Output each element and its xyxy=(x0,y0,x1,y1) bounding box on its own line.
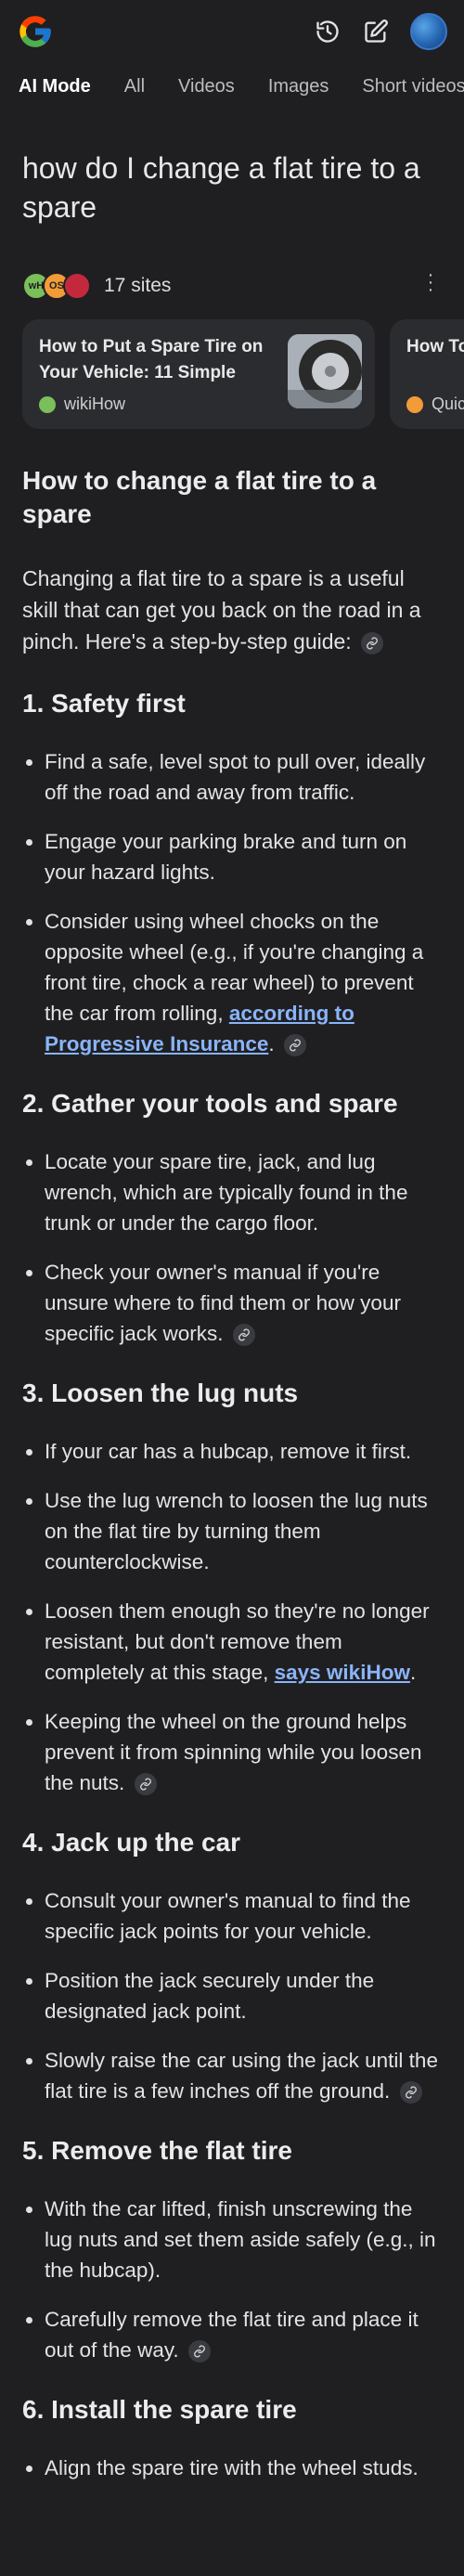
section-heading: 5. Remove the flat tire xyxy=(22,2136,292,2165)
step-text: Align the spare tire with the wheel stud… xyxy=(45,2456,419,2479)
step-text: Slowly raise the car using the jack unti… xyxy=(45,2049,438,2103)
step-item: If your car has a hubcap, remove it firs… xyxy=(45,1436,442,1467)
tab-ai-mode[interactable]: AI Mode xyxy=(19,76,91,108)
source-favicons: wH OS xyxy=(22,272,91,300)
top-bar xyxy=(0,0,464,65)
step-text: If your car has a hubcap, remove it firs… xyxy=(45,1440,412,1463)
step-text: Find a safe, level spot to pull over, id… xyxy=(45,750,426,804)
link-icon[interactable] xyxy=(283,1034,306,1057)
sources-row[interactable]: wH OS 17 sites · · · xyxy=(0,262,464,310)
step-text: Position the jack securely under the des… xyxy=(45,1969,375,2023)
section-heading: 3. Loosen the lug nuts xyxy=(22,1379,299,1407)
step-item: Locate your spare tire, jack, and lug wr… xyxy=(45,1146,442,1238)
step-text: Keeping the wheel on the ground helps pr… xyxy=(45,1710,422,1794)
step-item: Carefully remove the flat tire and place… xyxy=(45,2304,442,2365)
source-card-site: Quick xyxy=(406,395,464,414)
more-options-icon[interactable]: · · · xyxy=(421,265,440,299)
link-icon[interactable] xyxy=(361,631,384,654)
section-heading: 1. Safety first xyxy=(22,689,186,718)
step-text: Carefully remove the flat tire and place… xyxy=(45,2308,419,2362)
link-icon[interactable] xyxy=(399,2081,422,2104)
tire-thumbnail xyxy=(288,334,362,408)
query-text: how do I change a flat tire to a spare xyxy=(22,151,420,224)
search-tabs: AI Mode All Videos Images Short videos F xyxy=(0,65,464,108)
tab-all[interactable]: All xyxy=(124,76,145,108)
step-item: Use the lug wrench to loosen the lug nut… xyxy=(45,1485,442,1577)
step-text: With the car lifted, finish unscrewing t… xyxy=(45,2197,436,2282)
section-heading: 4. Jack up the car xyxy=(22,1828,241,1857)
source-card-site-name: wikiHow xyxy=(64,395,126,413)
link-icon[interactable] xyxy=(134,1773,157,1796)
tab-videos[interactable]: Videos xyxy=(178,76,235,108)
source-cards: How to Put a Spare Tire on Your Vehicle:… xyxy=(0,310,464,429)
avatar[interactable] xyxy=(410,13,447,50)
step-item: Consult your owner's manual to find the … xyxy=(45,1885,442,1947)
source-card-title: How to Put a Spare Tire on Your Vehicle:… xyxy=(39,337,264,382)
section-heading: 6. Install the spare tire xyxy=(22,2395,297,2424)
step-text: Check your owner's manual if you're unsu… xyxy=(45,1261,401,1345)
step-list: Consult your owner's manual to find the … xyxy=(22,1885,442,2106)
step-text-end: . xyxy=(409,1661,417,1684)
answer-heading: How to change a flat tire to a spare xyxy=(22,466,377,528)
ai-answer: How to change a flat tire to a spare Cha… xyxy=(0,429,464,2483)
step-item: With the car lifted, finish unscrewing t… xyxy=(45,2194,442,2285)
history-icon[interactable] xyxy=(314,18,342,45)
link-icon[interactable] xyxy=(232,1324,255,1347)
step-item: Align the spare tire with the wheel stud… xyxy=(45,2453,442,2483)
source-card-title: How To Quick-S xyxy=(406,337,464,356)
edit-icon[interactable] xyxy=(362,18,390,45)
source-card-site: wikiHow xyxy=(39,395,125,414)
answer-sections: 1. Safety first Find a safe, level spot t… xyxy=(22,687,442,2483)
step-list: Align the spare tire with the wheel stud… xyxy=(22,2453,442,2483)
step-item: Check your owner's manual if you're unsu… xyxy=(45,1257,442,1349)
tab-short-videos[interactable]: Short videos xyxy=(362,76,464,108)
link-icon[interactable] xyxy=(187,2340,211,2363)
source-card-site-name: Quick xyxy=(432,395,464,413)
source-card[interactable]: How to Put a Spare Tire on Your Vehicle:… xyxy=(22,319,375,429)
google-logo[interactable] xyxy=(17,13,54,50)
step-item: Position the jack securely under the des… xyxy=(45,1965,442,2026)
step-item: Find a safe, level spot to pull over, id… xyxy=(45,746,442,808)
step-item: Consider using wheel chocks on the oppos… xyxy=(45,906,442,1059)
wikihow-favicon-icon xyxy=(39,395,56,413)
step-item: Slowly raise the car using the jack unti… xyxy=(45,2045,442,2106)
answer-intro: Changing a flat tire to a spare is a use… xyxy=(22,563,442,657)
tab-images[interactable]: Images xyxy=(268,76,329,108)
source-card[interactable]: How To Quick-S Quick xyxy=(390,319,464,429)
sites-count: 17 sites xyxy=(104,275,172,296)
step-list: If your car has a hubcap, remove it firs… xyxy=(22,1436,442,1798)
step-list: With the car lifted, finish unscrewing t… xyxy=(22,2194,442,2365)
flag-favicon-icon xyxy=(63,272,91,300)
step-text: Use the lug wrench to loosen the lug nut… xyxy=(45,1489,428,1573)
step-item: Keeping the wheel on the ground helps pr… xyxy=(45,1706,442,1798)
step-text-end: . xyxy=(268,1032,275,1055)
step-item: Engage your parking brake and turn on yo… xyxy=(45,826,442,887)
step-text: Consult your owner's manual to find the … xyxy=(45,1889,411,1943)
step-text: Locate your spare tire, jack, and lug wr… xyxy=(45,1150,408,1235)
step-list: Locate your spare tire, jack, and lug wr… xyxy=(22,1146,442,1349)
source-favicon-icon xyxy=(406,395,423,413)
step-list: Find a safe, level spot to pull over, id… xyxy=(22,746,442,1059)
section-heading: 2. Gather your tools and spare xyxy=(22,1089,398,1118)
step-item: Loosen them enough so they're no longer … xyxy=(45,1596,442,1688)
citation-link[interactable]: says wikiHow xyxy=(275,1661,410,1684)
step-text: Engage your parking brake and turn on yo… xyxy=(45,830,407,884)
